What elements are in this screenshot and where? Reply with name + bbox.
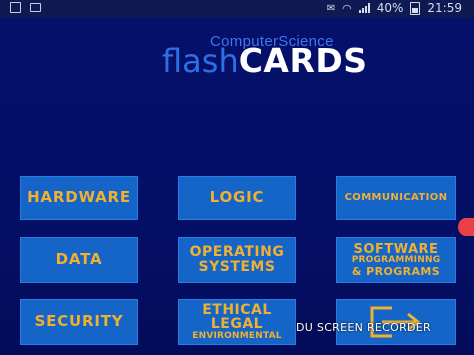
environmental-label: ENVIRONMENTAL [192, 330, 282, 341]
logo-cards: CARDS [238, 41, 368, 80]
mail-icon: ✉ [326, 2, 336, 14]
notification-icon [10, 2, 21, 13]
security-button[interactable]: SECURITY [20, 299, 138, 345]
floating-recorder-bubble[interactable] [458, 218, 474, 236]
programs-label: & PROGRAMS [351, 264, 441, 278]
software-button[interactable]: SOFTWARE PROGRAMMINNG & PROGRAMS [336, 237, 456, 283]
image-icon [30, 3, 41, 12]
security-label: SECURITY [34, 312, 124, 331]
logic-button[interactable]: LOGIC [178, 176, 296, 220]
app-screen: ComputerScience flashCARDS HARDWARE LOGI… [0, 18, 474, 355]
systems-label: SYSTEMS [198, 259, 276, 275]
operating-label: OPERATING [189, 244, 285, 261]
data-button[interactable]: DATA [20, 237, 138, 283]
status-bar: ✉ ◠ 40% 21:59 [0, 0, 474, 18]
logic-label: LOGIC [209, 188, 265, 207]
status-left [10, 2, 41, 13]
legal-label: LEGAL [210, 316, 264, 333]
wifi-icon: ◠ [342, 1, 352, 15]
signal-icon [358, 3, 370, 13]
logo-flash: flash [162, 42, 239, 80]
communication-button[interactable]: COMMUNICATION [336, 176, 456, 220]
hardware-label: HARDWARE [27, 188, 131, 207]
app-logo: flashCARDS [162, 41, 368, 80]
clock: 21:59 [427, 1, 462, 15]
hardware-button[interactable]: HARDWARE [20, 176, 138, 220]
ethical-label: ETHICAL [202, 301, 272, 318]
data-label: DATA [55, 250, 103, 269]
battery-icon [410, 1, 421, 15]
operating-systems-button[interactable]: OPERATING SYSTEMS [178, 237, 296, 283]
status-right: ✉ ◠ 40% 21:59 [327, 1, 462, 15]
battery-percent: 40% [376, 1, 404, 15]
software-label: SOFTWARE [353, 241, 439, 257]
communication-label: COMMUNICATION [344, 191, 448, 203]
watermark: DU SCREEN RECORDER [296, 321, 431, 334]
ethical-legal-environmental-button[interactable]: ETHICAL LEGAL ENVIRONMENTAL [178, 299, 296, 345]
